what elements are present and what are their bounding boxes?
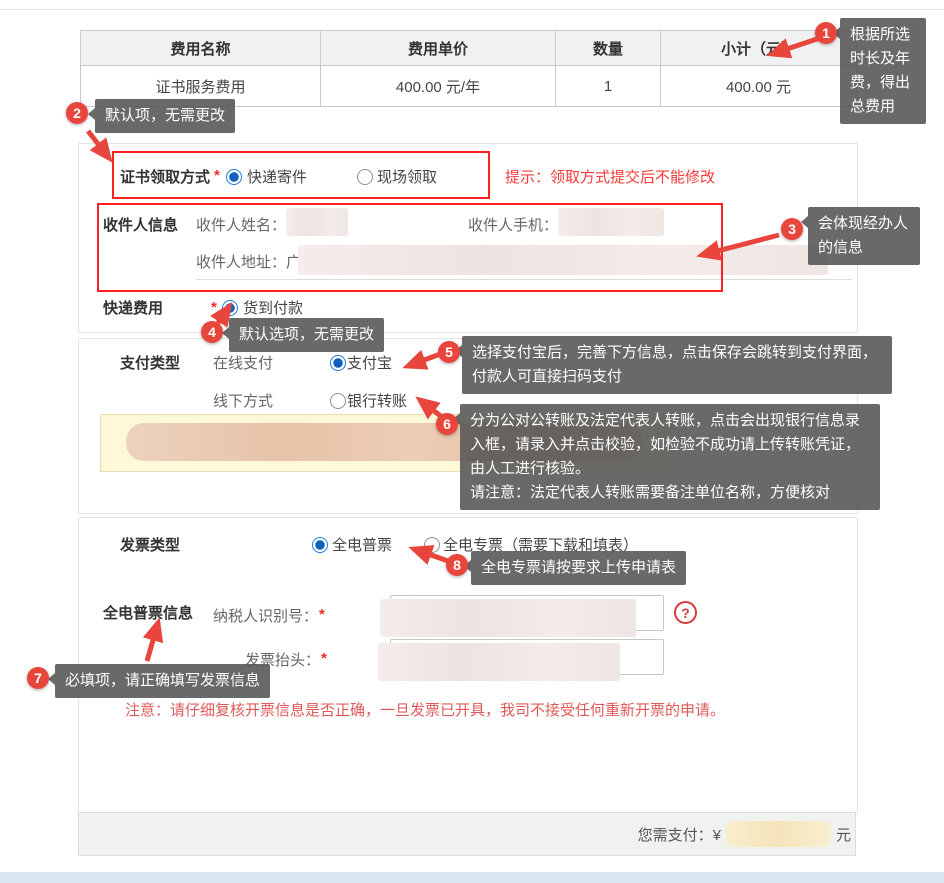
- bottom-strip: [0, 872, 944, 883]
- bank-transfer-radio[interactable]: [330, 393, 346, 409]
- general-invoice-radio[interactable]: [312, 537, 328, 553]
- callout-4-tooltip: 默认选项，无需更改: [221, 318, 385, 352]
- alipay-option-label: 支付宝: [347, 355, 393, 372]
- special-invoice-radio[interactable]: [424, 537, 440, 553]
- fee-table: 费用名称 费用单价 数量 小计（元） 证书服务费用 400.00 元/年 1 4…: [80, 30, 857, 107]
- callout-1-tooltip: 根据所选时长及年费，得出总费用: [833, 18, 926, 124]
- fee-table-header-row: 费用名称 费用单价 数量 小计（元）: [80, 30, 857, 66]
- callout-6-badge: 6: [436, 413, 458, 435]
- redacted-invoice-title: [378, 643, 620, 681]
- pay-amount-label: 您需支付：¥: [637, 826, 721, 844]
- required-mark: *: [211, 299, 217, 316]
- invoice-warning-note: 注意：请仔细复核开票信息是否正确，一旦发票已开具，我司不接受任何重新开票的申请。: [125, 702, 726, 719]
- annotation-box-recipient: [97, 203, 723, 292]
- invoice-info-label: 全电普票信息: [103, 605, 194, 622]
- required-mark: *: [321, 650, 327, 667]
- annotation-box-delivery: [112, 151, 490, 199]
- bank-transfer-option-label: 银行转账: [347, 393, 408, 410]
- callout-5-badge: 5: [438, 341, 460, 363]
- taxpayer-id-label: 纳税人识别号：: [213, 608, 319, 625]
- callout-8-badge: 8: [446, 554, 468, 576]
- callout-8-tooltip: 全电专票请按要求上传申请表: [463, 551, 687, 585]
- payment-form-page: 费用名称 费用单价 数量 小计（元） 证书服务费用 400.00 元/年 1 4…: [0, 0, 944, 883]
- invoice-type-label: 发票类型: [120, 537, 181, 554]
- fee-price-cell: 400.00 元/年: [320, 65, 556, 107]
- fee-qty-cell: 1: [555, 65, 661, 107]
- express-fee-label: 快递费用: [103, 300, 164, 317]
- delivery-hint-text: 提示：领取方式提交后不能修改: [505, 169, 716, 186]
- redacted-pay-amount: [725, 821, 831, 847]
- pay-unit-label: 元: [835, 826, 851, 844]
- fee-price-header: 费用单价: [320, 30, 556, 66]
- callout-7-badge: 7: [27, 667, 49, 689]
- callout-1-badge: 1: [815, 22, 837, 44]
- online-payment-label: 在线支付: [213, 355, 274, 372]
- callout-7-tooltip: 必填项，请正确填写发票信息: [47, 664, 271, 698]
- payment-summary-bar: 您需支付：¥ 元: [78, 812, 856, 856]
- callout-4-badge: 4: [201, 321, 223, 343]
- callout-5-tooltip: 选择支付宝后，完善下方信息，点击保存会跳转到支付界面，付款人可直接扫码支付: [455, 336, 892, 394]
- help-icon[interactable]: ?: [674, 601, 697, 624]
- callout-6-tooltip: 分为公对公转账及法定代表人转账，点击会出现银行信息录入框，请录入并点击校验，如检…: [453, 404, 880, 510]
- cod-radio[interactable]: [222, 300, 238, 316]
- fee-qty-header: 数量: [555, 30, 661, 66]
- cod-option-label: 货到付款: [243, 300, 304, 317]
- top-divider: [0, 9, 944, 10]
- required-mark: *: [319, 606, 325, 623]
- alipay-radio[interactable]: [330, 355, 346, 371]
- callout-3-badge: 3: [781, 218, 803, 240]
- callout-2-tooltip: 默认项，无需更改: [87, 99, 236, 133]
- fee-subtotal-cell: 400.00 元: [660, 65, 857, 107]
- callout-2-badge: 2: [66, 102, 88, 124]
- general-invoice-option-label: 全电普票: [332, 537, 393, 554]
- payment-type-label: 支付类型: [120, 355, 181, 372]
- offline-payment-label: 线下方式: [213, 393, 274, 410]
- redacted-taxpayer-id: [380, 599, 636, 637]
- callout-3-tooltip: 会体现经办人的信息: [801, 207, 920, 265]
- fee-name-header: 费用名称: [80, 30, 321, 66]
